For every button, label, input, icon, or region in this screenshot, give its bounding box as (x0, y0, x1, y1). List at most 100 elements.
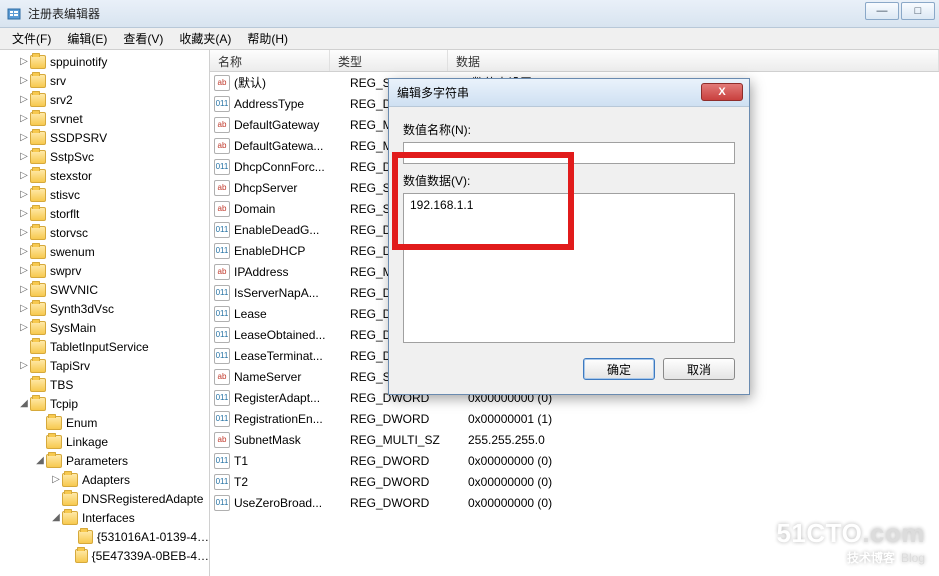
expander-icon[interactable] (34, 417, 46, 429)
value-row[interactable]: 011UseZeroBroad...REG_DWORD0x00000000 (0… (210, 492, 939, 513)
folder-icon (46, 416, 62, 430)
tree-node[interactable]: ▷ TapiSrv (0, 356, 209, 375)
expander-icon[interactable]: ◢ (34, 455, 46, 467)
expander-icon[interactable]: ▷ (18, 94, 30, 106)
value-name: SubnetMask (234, 433, 350, 447)
menu-edit[interactable]: 编辑(E) (59, 28, 115, 49)
binary-value-icon: 011 (214, 285, 230, 301)
tree-node[interactable]: ▷SysMain (0, 318, 209, 337)
tree-node[interactable]: ▷ swprv (0, 261, 209, 280)
tree-node[interactable]: DNSRegisteredAdapte (0, 489, 209, 508)
expander-icon[interactable]: ▷ (18, 227, 30, 239)
binary-value-icon: 011 (214, 222, 230, 238)
expander-icon[interactable]: ▷ (18, 75, 30, 87)
expander-icon[interactable]: ▷ (18, 284, 30, 296)
menu-view[interactable]: 查看(V) (115, 28, 171, 49)
expander-icon[interactable] (66, 531, 78, 543)
column-data[interactable]: 数据 (448, 50, 939, 71)
dialog-title-bar[interactable]: 编辑多字符串 X (389, 79, 749, 107)
expander-icon[interactable]: ◢ (18, 398, 30, 410)
expander-icon[interactable]: ▷ (18, 303, 30, 315)
tree-node[interactable]: ▷ stisvc (0, 185, 209, 204)
cancel-button[interactable]: 取消 (663, 358, 735, 380)
tree-node[interactable]: Linkage (0, 432, 209, 451)
folder-icon (30, 226, 46, 240)
expander-icon[interactable] (18, 379, 30, 391)
tree-node[interactable]: TBS (0, 375, 209, 394)
tree-node[interactable]: ◢ Parameters (0, 451, 209, 470)
expander-icon[interactable]: ▷ (18, 360, 30, 372)
value-name: AddressType (234, 97, 350, 111)
value-name: T2 (234, 475, 350, 489)
tree-node[interactable]: ▷storvsc (0, 223, 209, 242)
tree-node[interactable]: ◢Interfaces (0, 508, 209, 527)
menu-file[interactable]: 文件(F) (4, 28, 59, 49)
folder-icon (30, 188, 46, 202)
expander-icon[interactable] (66, 550, 75, 562)
menu-help[interactable]: 帮助(H) (239, 28, 296, 49)
binary-value-icon: 011 (214, 243, 230, 259)
tree-label: SSDPSRV (50, 131, 107, 145)
expander-icon[interactable] (34, 436, 46, 448)
value-data-textarea[interactable] (403, 193, 735, 343)
tree-node[interactable]: ▷Synth3dVsc (0, 299, 209, 318)
tree-node[interactable]: TabletInputService (0, 337, 209, 356)
title-bar: 注册表编辑器 — □ (0, 0, 939, 28)
expander-icon[interactable]: ▷ (18, 151, 30, 163)
menu-fav[interactable]: 收藏夹(A) (171, 28, 239, 49)
tree-label: swenum (50, 245, 95, 259)
tree-node[interactable]: ▷srvnet (0, 109, 209, 128)
tree-node[interactable]: ◢Tcpip (0, 394, 209, 413)
tree-node[interactable]: ▷storflt (0, 204, 209, 223)
folder-icon (78, 530, 93, 544)
expander-icon[interactable]: ◢ (50, 512, 62, 524)
ok-button[interactable]: 确定 (583, 358, 655, 380)
tree-node[interactable]: ▷Adapters (0, 470, 209, 489)
expander-icon[interactable]: ▷ (18, 208, 30, 220)
tree-label: swprv (50, 264, 81, 278)
expander-icon[interactable]: ▷ (18, 265, 30, 277)
expander-icon[interactable]: ▷ (18, 170, 30, 182)
expander-icon[interactable] (50, 493, 62, 505)
tree-node[interactable]: ▷ swenum (0, 242, 209, 261)
value-row[interactable]: 011T1REG_DWORD0x00000000 (0) (210, 450, 939, 471)
tree-label: Parameters (66, 454, 128, 468)
tree-node[interactable]: {5E47339A-0BEB-4… (0, 546, 209, 565)
tree-label: TapiSrv (50, 359, 90, 373)
expander-icon[interactable]: ▷ (18, 132, 30, 144)
tree-node[interactable]: Enum (0, 413, 209, 432)
folder-icon (62, 511, 78, 525)
binary-value-icon: 011 (214, 390, 230, 406)
expander-icon[interactable] (18, 341, 30, 353)
expander-icon[interactable]: ▷ (50, 474, 62, 486)
tree-node[interactable]: ▷SWVNIC (0, 280, 209, 299)
expander-icon[interactable]: ▷ (18, 322, 30, 334)
column-type[interactable]: 类型 (330, 50, 448, 71)
value-name: LeaseTerminat... (234, 349, 350, 363)
value-row[interactable]: 011RegistrationEn...REG_DWORD0x00000001 … (210, 408, 939, 429)
tree-node[interactable]: {531016A1-0139-4… (0, 527, 209, 546)
minimize-button[interactable]: — (865, 2, 899, 20)
tree-node[interactable]: ▷srv (0, 71, 209, 90)
value-row[interactable]: 011T2REG_DWORD0x00000000 (0) (210, 471, 939, 492)
tree-node[interactable]: ▷SstpSvc (0, 147, 209, 166)
tree-node[interactable]: ▷ SSDPSRV (0, 128, 209, 147)
tree-label: stisvc (50, 188, 80, 202)
column-name[interactable]: 名称 (210, 50, 330, 71)
value-row[interactable]: abSubnetMaskREG_MULTI_SZ255.255.255.0 (210, 429, 939, 450)
value-name-input[interactable] (403, 142, 735, 164)
value-name: Lease (234, 307, 350, 321)
tree-node[interactable]: ▷sppuinotify (0, 52, 209, 71)
maximize-button[interactable]: □ (901, 2, 935, 20)
expander-icon[interactable]: ▷ (18, 246, 30, 258)
expander-icon[interactable]: ▷ (18, 56, 30, 68)
expander-icon[interactable]: ▷ (18, 113, 30, 125)
value-name: EnableDeadG... (234, 223, 350, 237)
dialog-close-button[interactable]: X (701, 83, 743, 101)
expander-icon[interactable]: ▷ (18, 189, 30, 201)
registry-tree[interactable]: ▷sppuinotify▷srv▷srv2▷srvnet▷SSDPSRV▷Sst… (0, 50, 210, 576)
tree-node[interactable]: ▷stexstor (0, 166, 209, 185)
tree-node[interactable]: ▷srv2 (0, 90, 209, 109)
tree-label: TBS (50, 378, 73, 392)
value-name: RegistrationEn... (234, 412, 350, 426)
